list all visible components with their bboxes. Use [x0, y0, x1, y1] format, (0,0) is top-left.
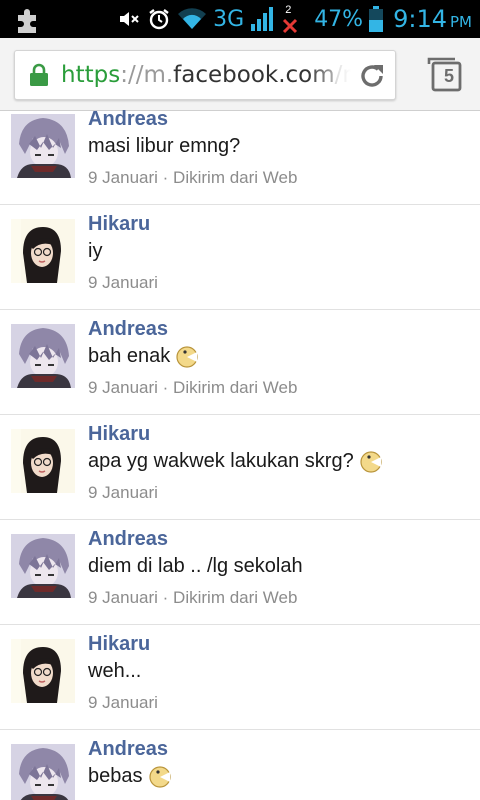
message-text: bah enak [88, 345, 198, 368]
url-host: facebook.com [173, 62, 335, 88]
mute-icon [117, 7, 141, 31]
wifi-icon [177, 7, 207, 31]
network-type: 3G [213, 6, 245, 32]
message-thread[interactable]: Andreas masi libur emng? 9 Januari · Dikir… [0, 110, 480, 800]
message-date: 9 Januari [88, 378, 158, 397]
url-bar[interactable]: https://m.facebook.com/messages [14, 50, 396, 100]
tab-count: 5 [443, 66, 454, 86]
url-path: /messages [334, 62, 351, 88]
message-meta: 9 Januari · Dikirim dari Web [88, 168, 297, 188]
message-item[interactable]: Andreas bebas [0, 730, 480, 800]
message-meta: 9 Januari · Dikirim dari Web [88, 378, 297, 398]
message-body: masi libur emng? [88, 135, 241, 157]
message-item[interactable]: Hikaru apa yg wakwek lakukan skrg? 9 Janu… [0, 415, 480, 520]
message-date: 9 Januari [88, 273, 158, 292]
message-body: bebas [88, 765, 143, 787]
avatar[interactable] [11, 534, 75, 598]
reload-icon[interactable] [357, 61, 387, 91]
message-text: bebas [88, 765, 171, 788]
message-source: · Dikirim dari Web [157, 168, 298, 187]
message-body: weh... [88, 660, 142, 682]
avatar[interactable] [11, 114, 75, 178]
status-bar: 3G 2 47% 9:14 PM [0, 0, 480, 38]
url-text[interactable]: https://m.facebook.com/messages [61, 60, 351, 90]
tabs-button[interactable]: 5 [426, 56, 462, 92]
url-separator: :// [120, 62, 144, 88]
missed-notification-icon: 2 [280, 4, 300, 34]
sender-name[interactable]: Andreas [88, 110, 168, 131]
message-body: apa yg wakwek lakukan skrg? [88, 450, 354, 472]
message-meta: 9 Januari [88, 693, 158, 713]
url-host-prefix: m. [143, 62, 174, 88]
battery-percent: 47% [314, 6, 364, 32]
message-source: · Dikirim dari Web [157, 588, 298, 607]
message-body: diem di lab .. /lg sekolah [88, 555, 303, 577]
message-text: apa yg wakwek lakukan skrg? [88, 450, 382, 473]
sender-name[interactable]: Hikaru [88, 423, 150, 446]
url-scheme: https [61, 62, 121, 88]
message-text: masi libur emng? [88, 135, 240, 158]
notification-count: 2 [285, 4, 292, 16]
message-meta: 9 Januari [88, 273, 158, 293]
message-meta: 9 Januari [88, 483, 158, 503]
clock-ampm: PM [450, 12, 472, 31]
message-body: bah enak [88, 345, 171, 367]
browser-toolbar: https://m.facebook.com/messages 5 [0, 38, 480, 111]
message-item[interactable]: Andreas masi libur emng? 9 Januari · Dikir… [0, 110, 480, 205]
pacman-emoticon-icon [176, 345, 198, 368]
message-body: iy [88, 240, 103, 262]
avatar[interactable] [11, 324, 75, 388]
message-text: diem di lab .. /lg sekolah [88, 555, 303, 578]
message-list: Andreas masi libur emng? 9 Januari · Dikir… [0, 110, 480, 800]
message-date: 9 Januari [88, 168, 158, 187]
message-source: · Dikirim dari Web [157, 378, 298, 397]
clock-time: 9:14 [393, 5, 447, 33]
sender-name[interactable]: Andreas [88, 528, 168, 551]
message-meta: 9 Januari · Dikirim dari Web [88, 588, 297, 608]
pacman-emoticon-icon [360, 450, 382, 473]
avatar[interactable] [11, 429, 75, 493]
pacman-emoticon-icon [148, 765, 171, 788]
message-date: 9 Januari [88, 588, 158, 607]
sender-name[interactable]: Andreas [88, 318, 168, 341]
avatar[interactable] [11, 744, 75, 800]
message-item[interactable]: Andreas diem di lab .. /lg sekolah 9 Janua… [0, 520, 480, 625]
message-text: iy [88, 240, 102, 263]
signal-icon [250, 6, 274, 32]
message-item[interactable]: Andreas bah enak 9 Januari · Dikirim dari… [0, 310, 480, 415]
message-item[interactable]: Hikaru iy 9 Januari [0, 205, 480, 310]
avatar[interactable] [11, 219, 75, 283]
sender-name[interactable]: Andreas [88, 738, 168, 761]
message-date: 9 Januari [88, 693, 158, 712]
lock-icon [29, 63, 49, 87]
sender-name[interactable]: Hikaru [88, 633, 150, 656]
alarm-icon [147, 7, 171, 31]
avatar[interactable] [11, 639, 75, 703]
message-date: 9 Januari [88, 483, 158, 502]
battery-icon [369, 6, 384, 32]
message-text: weh... [88, 660, 141, 683]
message-item[interactable]: Hikaru weh... 9 Januari [0, 625, 480, 730]
sender-name[interactable]: Hikaru [88, 213, 150, 236]
puzzle-icon [14, 6, 42, 34]
